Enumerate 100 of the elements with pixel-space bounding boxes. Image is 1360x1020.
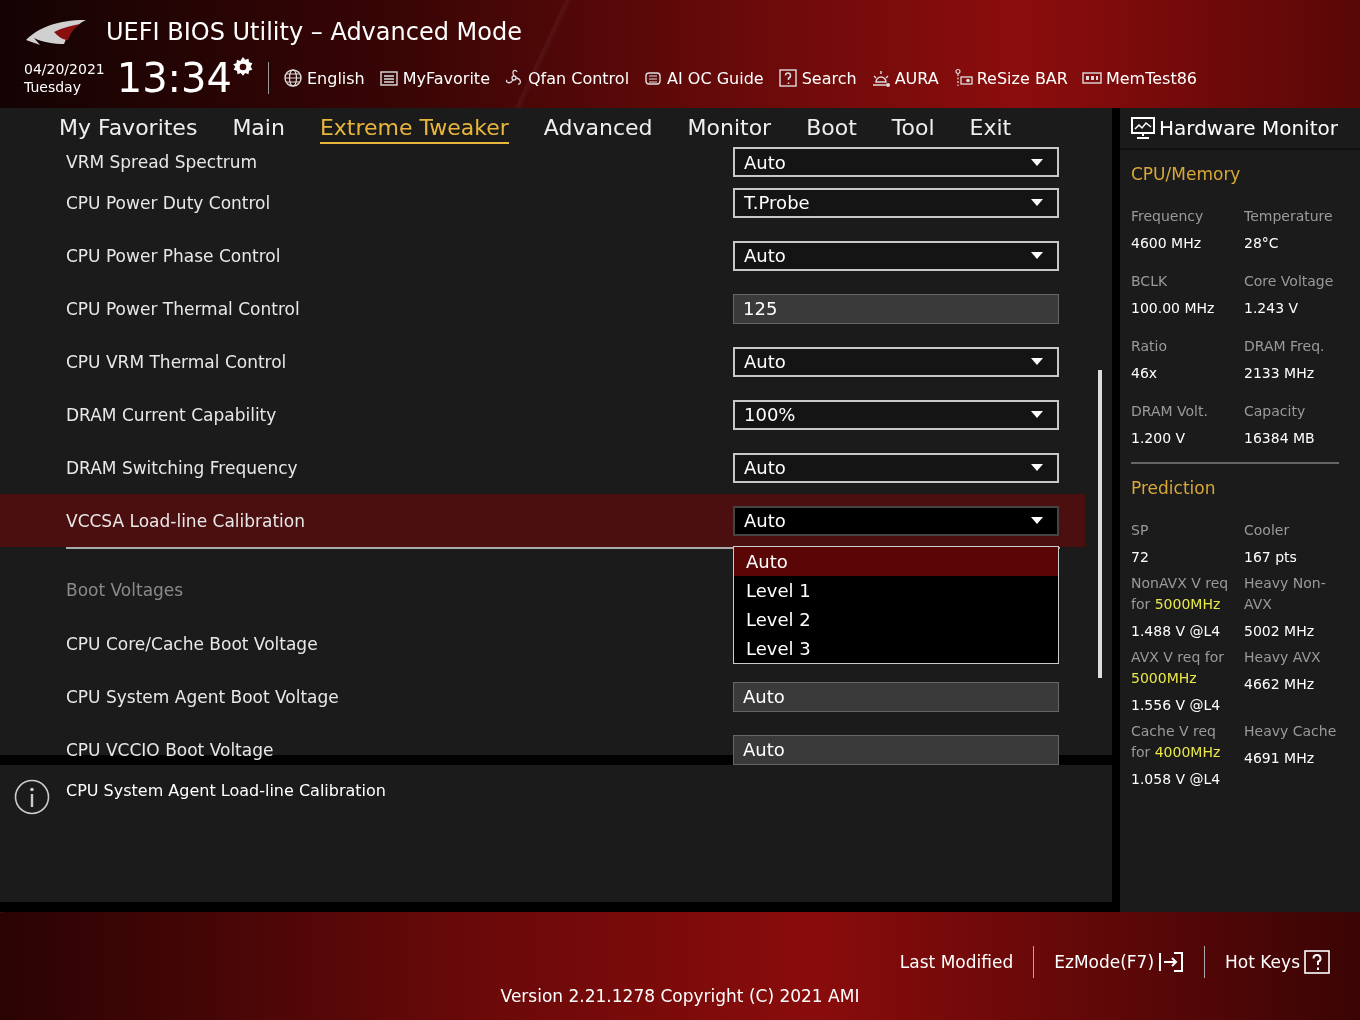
toolbar-item[interactable]: MyFavorite <box>378 68 490 88</box>
metric-label: Cooler <box>1244 521 1291 540</box>
metric-value: 72 <box>1131 548 1150 567</box>
menu-tab[interactable]: Boot <box>806 112 857 144</box>
dropdown-field[interactable]: Auto <box>733 147 1059 177</box>
toolbar-item[interactable]: English <box>283 68 365 88</box>
caret-icon <box>1031 464 1043 471</box>
setting-label[interactable]: CPU Core/Cache Boot Voltage <box>66 633 733 654</box>
metric-value: 5002 MHz <box>1244 622 1316 641</box>
metric-value: 167 pts <box>1244 548 1298 567</box>
metric-value: 2133 MHz <box>1244 364 1316 383</box>
setting-label[interactable]: CPU System Agent Boot Voltage <box>66 686 733 707</box>
metric-value: 28°C <box>1244 234 1280 253</box>
setting-label[interactable]: DRAM Switching Frequency <box>66 457 733 478</box>
metric-label: SP <box>1131 521 1150 540</box>
caret-icon <box>1031 158 1043 166</box>
metric-label: AVX V req for 5000MHz <box>1131 648 1225 688</box>
metric-label: DRAM Volt. <box>1131 402 1209 421</box>
footer-button[interactable]: EzMode(F7) <box>1042 950 1197 974</box>
metric-label: DRAM Freq. <box>1244 337 1326 356</box>
dropdown-field[interactable]: T.Probe <box>733 187 1059 218</box>
toolbar-item[interactable]: Search <box>777 68 857 88</box>
scrollbar[interactable] <box>1098 370 1102 678</box>
menu-tab[interactable]: Monitor <box>687 112 772 144</box>
sun-icon <box>870 68 891 88</box>
list-icon <box>378 68 399 88</box>
menu-tab[interactable]: My Favorites <box>59 112 198 144</box>
metric-label: Heavy Cache <box>1244 722 1338 741</box>
metric-label: Temperature <box>1244 207 1334 226</box>
metric-value: 1.243 V <box>1244 299 1300 318</box>
metric-value: 16384 MB <box>1244 429 1316 448</box>
toolbar-item[interactable]: MemTest86 <box>1081 68 1198 88</box>
card-icon <box>952 68 973 88</box>
caret-icon <box>1031 517 1043 524</box>
section-title: CPU/Memory <box>1131 163 1242 186</box>
logo-icon <box>24 18 88 46</box>
metric-value: 4600 MHz <box>1131 234 1203 253</box>
value-field[interactable]: Auto <box>733 681 1059 712</box>
metric-value: 1.200 V <box>1131 429 1187 448</box>
clock-time: 13:34 <box>116 56 232 100</box>
menu-tab[interactable]: Tool <box>891 112 935 144</box>
help-text: CPU System Agent Load-line Calibration <box>66 781 386 800</box>
menu-tab[interactable]: Extreme Tweaker <box>319 112 509 144</box>
dropdown-field[interactable]: Auto <box>733 505 1059 536</box>
toolbar-item[interactable]: AI OC Guide <box>643 68 764 88</box>
setting-label[interactable]: CPU VCCIO Boot Voltage <box>66 739 733 760</box>
caret-icon <box>1031 199 1043 206</box>
exit-icon <box>1158 950 1185 974</box>
footer-button[interactable]: Last Modified <box>887 952 1026 972</box>
panel-title: Hardware Monitor <box>1159 116 1338 140</box>
caret-icon <box>1031 252 1043 259</box>
metric-label: Heavy AVX <box>1244 648 1322 667</box>
metric-value: 100.00 MHz <box>1131 299 1216 318</box>
setting-label[interactable]: CPU Power Phase Control <box>66 245 733 266</box>
metric-value: 4691 MHz <box>1244 749 1316 768</box>
section-title: Prediction <box>1131 477 1217 500</box>
settings-icon[interactable] <box>232 56 254 78</box>
globe-icon <box>283 68 303 88</box>
setting-label[interactable]: CPU Power Thermal Control <box>66 298 733 319</box>
menu-tab[interactable]: Exit <box>969 112 1012 144</box>
toolbar-item[interactable]: AURA <box>870 68 939 88</box>
metric-value: 46x <box>1131 364 1159 383</box>
metric-value: 1.556 V @L4 <box>1131 696 1222 715</box>
toolbar-item[interactable]: ReSize BAR <box>952 68 1068 88</box>
dropdown-field[interactable]: Auto <box>733 240 1059 271</box>
metric-value: 1.488 V @L4 <box>1131 622 1222 641</box>
section-heading: Boot Voltages <box>66 580 184 600</box>
question-icon <box>777 68 798 88</box>
metric-value: 4662 MHz <box>1244 675 1316 694</box>
metric-label: Capacity <box>1244 402 1307 421</box>
footer-button[interactable]: Hot Keys <box>1213 950 1342 974</box>
menu-tab[interactable]: Advanced <box>543 112 653 144</box>
metric-label: Cache V req for 4000MHz <box>1131 722 1222 762</box>
metric-value: 1.058 V @L4 <box>1131 770 1222 789</box>
value-field[interactable]: Auto <box>733 734 1059 765</box>
dropdown-option[interactable]: Auto <box>734 546 1058 576</box>
version-text: Version 2.21.1278 Copyright (C) 2021 AMI <box>500 986 860 1006</box>
setting-label[interactable]: CPU Power Duty Control <box>66 192 733 213</box>
caret-icon <box>1031 358 1043 365</box>
day-text: Tuesday <box>24 78 82 96</box>
metric-label: Heavy Non-AVX <box>1244 574 1327 614</box>
caret-icon <box>1031 411 1043 418</box>
metric-label: Ratio <box>1131 337 1168 356</box>
monitor-icon <box>1131 117 1155 139</box>
dropdown-field[interactable]: Auto <box>733 346 1059 377</box>
menu-tab[interactable]: Main <box>232 112 285 144</box>
toolbar-item[interactable]: Qfan Control <box>504 68 630 88</box>
setting-label[interactable]: DRAM Current Capability <box>66 404 733 425</box>
setting-label[interactable]: CPU VRM Thermal Control <box>66 351 733 372</box>
info-icon <box>14 779 50 815</box>
window-title: UEFI BIOS Utility – Advanced Mode <box>106 18 522 46</box>
fan-icon <box>504 68 524 88</box>
dropdown-field[interactable]: Auto <box>733 452 1059 483</box>
dropdown-field[interactable]: 100% <box>733 399 1059 430</box>
date-text: 04/20/2021 <box>24 60 105 78</box>
setting-label[interactable]: VRM Spread Spectrum <box>66 152 733 172</box>
setting-label[interactable]: VCCSA Load-line Calibration <box>66 510 733 531</box>
value-field[interactable]: 125 <box>733 293 1059 324</box>
metric-label: Core Voltage <box>1244 272 1335 291</box>
metric-label: NonAVX V req for 5000MHz <box>1131 574 1230 614</box>
